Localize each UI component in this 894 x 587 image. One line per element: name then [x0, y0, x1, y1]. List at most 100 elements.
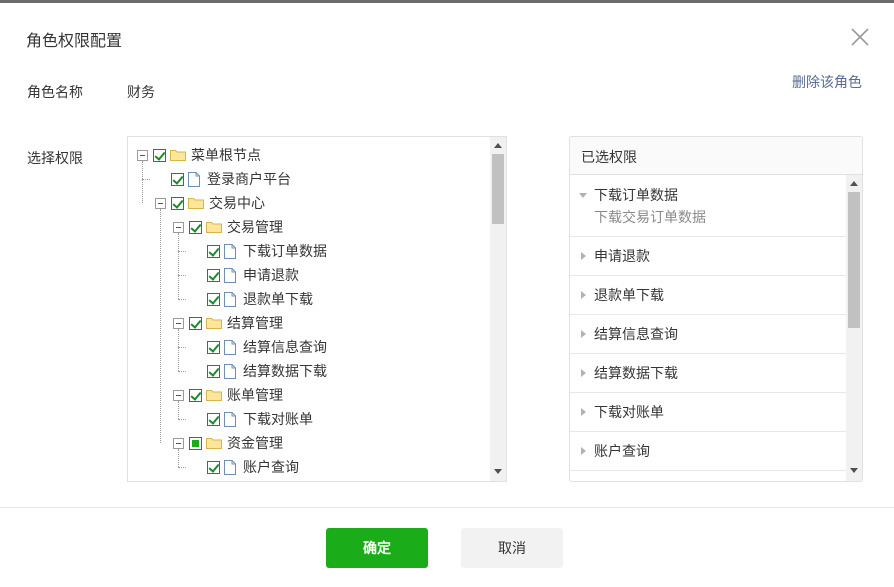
- selected-item[interactable]: 账户查询: [570, 432, 846, 471]
- caret-right-icon[interactable]: [581, 252, 586, 260]
- tree-connector: [178, 347, 186, 348]
- close-icon[interactable]: [849, 26, 871, 48]
- tree-scrollbar[interactable]: [490, 137, 506, 481]
- tree-scroll-up-icon[interactable]: [494, 143, 502, 148]
- folder-icon: [188, 197, 204, 209]
- checkbox-icon[interactable]: [207, 460, 220, 474]
- selected-scrollbar[interactable]: [846, 175, 862, 481]
- selected-item-label: 下载订单数据: [594, 188, 678, 204]
- checkbox-icon[interactable]: [153, 148, 166, 162]
- selected-item[interactable]: 下载订单数据下载交易订单数据: [570, 175, 846, 237]
- tree-guide-line: [142, 161, 143, 203]
- top-edge: [0, 0, 894, 3]
- tree-node[interactable]: 结算管理: [173, 311, 283, 335]
- tree-node[interactable]: 账单管理: [173, 383, 283, 407]
- selected-item-label: 下载对账单: [594, 405, 664, 421]
- selected-item[interactable]: 申请退款: [570, 237, 846, 276]
- selected-item-label: 结算数据下载: [594, 366, 678, 382]
- tree-connector: [178, 467, 186, 468]
- tree-node[interactable]: 申请退款: [191, 263, 299, 287]
- tree-node-label: 交易中心: [209, 196, 265, 212]
- caret-right-icon[interactable]: [581, 291, 586, 299]
- tree-scroll-thumb[interactable]: [492, 154, 504, 224]
- caret-right-icon[interactable]: [581, 447, 586, 455]
- tree-node-label: 结算管理: [227, 316, 283, 332]
- permissions-label: 选择权限: [27, 151, 83, 167]
- collapse-toggle-icon[interactable]: [173, 221, 184, 233]
- selected-item[interactable]: 退款单下载: [570, 276, 846, 315]
- tree-node-label: 申请退款: [243, 268, 299, 284]
- tree-scroll-down-icon[interactable]: [494, 469, 502, 474]
- tree-node-label: 下载对账单: [243, 412, 313, 428]
- tree-node-label: 账户查询: [243, 460, 299, 476]
- tree-node-label: 结算信息查询: [243, 340, 327, 356]
- checkbox-icon[interactable]: [189, 316, 202, 330]
- footer-divider: [0, 507, 894, 508]
- collapse-toggle-icon[interactable]: [173, 317, 184, 329]
- tree-node-label: 菜单根节点: [191, 148, 261, 164]
- selected-item[interactable]: 下载对账单: [570, 393, 846, 432]
- tree-guide-line: [178, 233, 179, 299]
- selected-scroll-thumb[interactable]: [848, 192, 860, 328]
- selected-item-label: 账户查询: [594, 444, 650, 460]
- permission-tree[interactable]: 菜单根节点登录商户平台交易中心交易管理下载订单数据申请退款退款单下载结算管理结算…: [127, 136, 507, 482]
- caret-right-icon[interactable]: [581, 330, 586, 338]
- dialog-title: 角色权限配置: [26, 31, 123, 50]
- folder-icon: [206, 317, 222, 329]
- folder-icon: [206, 437, 222, 449]
- tree-connector: [178, 275, 186, 276]
- tree-node[interactable]: 下载订单数据: [191, 239, 327, 263]
- tree-node[interactable]: 交易管理: [173, 215, 283, 239]
- caret-right-icon[interactable]: [581, 369, 586, 377]
- collapse-toggle-icon[interactable]: [155, 197, 166, 209]
- role-name-label: 角色名称: [27, 85, 83, 101]
- selected-item[interactable]: 结算数据下载: [570, 354, 846, 393]
- tree-connector: [142, 179, 150, 180]
- selected-scroll-up-icon[interactable]: [850, 181, 858, 186]
- selected-permissions-title: 已选权限: [581, 150, 637, 166]
- tree-guide-line: [178, 329, 179, 371]
- tree-node[interactable]: 菜单根节点: [137, 143, 261, 167]
- selected-item[interactable]: 结算信息查询: [570, 315, 846, 354]
- selected-scroll-down-icon[interactable]: [850, 468, 858, 473]
- selected-item-label: 申请退款: [594, 249, 650, 265]
- tree-node[interactable]: 交易中心: [155, 191, 265, 215]
- document-icon: [224, 363, 236, 379]
- document-icon: [224, 291, 236, 307]
- checkbox-icon[interactable]: [189, 436, 202, 450]
- delete-role-link[interactable]: 删除该角色: [792, 72, 862, 92]
- cancel-button[interactable]: 取消: [461, 528, 563, 568]
- folder-icon: [206, 389, 222, 401]
- checkbox-icon[interactable]: [207, 412, 220, 426]
- checkbox-icon[interactable]: [207, 268, 220, 282]
- document-icon: [224, 243, 236, 259]
- checkbox-icon[interactable]: [171, 196, 184, 210]
- tree-node[interactable]: 退款单下载: [191, 287, 313, 311]
- caret-down-icon[interactable]: [579, 193, 587, 198]
- checkbox-icon[interactable]: [207, 292, 220, 306]
- checkbox-icon[interactable]: [207, 364, 220, 378]
- tree-node[interactable]: 结算数据下载: [191, 359, 327, 383]
- tree-node[interactable]: 账户查询: [191, 455, 299, 479]
- tree-node-label: 交易管理: [227, 220, 283, 236]
- tree-guide-line: [160, 209, 161, 443]
- selected-permissions-list: 下载订单数据下载交易订单数据 申请退款退款单下载 结算信息查询结算数据下载 下载对账单…: [570, 175, 846, 481]
- checkbox-icon[interactable]: [207, 340, 220, 354]
- role-name-value: 财务: [127, 85, 155, 101]
- selected-item-detail: 下载交易订单数据: [594, 210, 706, 226]
- selected-permissions-header: 已选权限: [570, 137, 862, 175]
- checkbox-icon[interactable]: [189, 220, 202, 234]
- caret-right-icon[interactable]: [581, 408, 586, 416]
- confirm-button[interactable]: 确定: [326, 528, 428, 568]
- collapse-toggle-icon[interactable]: [173, 389, 184, 401]
- tree-node[interactable]: 结算信息查询: [191, 335, 327, 359]
- tree-node-label: 资金管理: [227, 436, 283, 452]
- tree-node[interactable]: 下载对账单: [191, 407, 313, 431]
- tree-node[interactable]: 资金管理: [173, 431, 283, 455]
- collapse-toggle-icon[interactable]: [137, 149, 148, 161]
- tree-node[interactable]: 登录商户平台: [155, 167, 291, 191]
- checkbox-icon[interactable]: [207, 244, 220, 258]
- checkbox-icon[interactable]: [189, 388, 202, 402]
- collapse-toggle-icon[interactable]: [173, 437, 184, 449]
- checkbox-icon[interactable]: [171, 172, 184, 186]
